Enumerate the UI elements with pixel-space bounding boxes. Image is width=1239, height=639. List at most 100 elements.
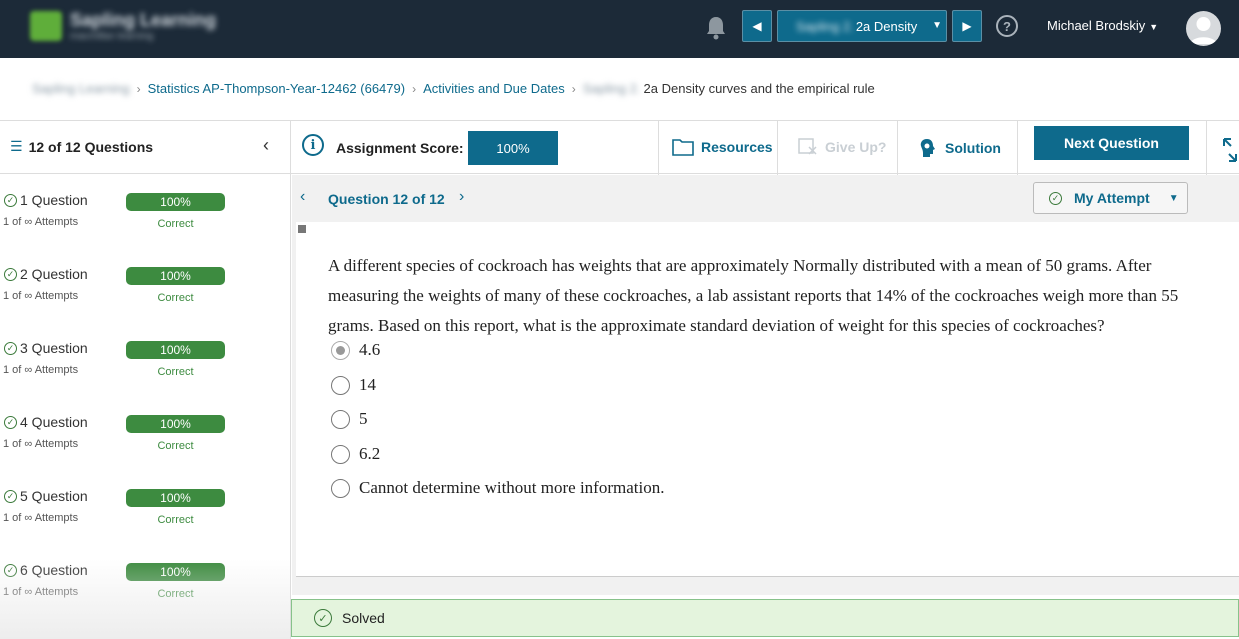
breadcrumb-activities-link[interactable]: Activities and Due Dates: [423, 81, 565, 96]
question-attempts: 1 of ∞ Attempts: [3, 364, 79, 376]
question-title: 5 Question: [20, 488, 88, 504]
dropdown-caret-icon: ▼: [932, 20, 942, 31]
radio[interactable]: [331, 478, 350, 498]
question-status: Correct: [157, 514, 194, 526]
question-score-bar: 100%: [126, 563, 225, 581]
question-status: Correct: [157, 440, 194, 452]
question-list-item[interactable]: ✓ 6 Question 1 of ∞ Attempts 100% Correct: [0, 545, 290, 619]
question-attempts: 1 of ∞ Attempts: [3, 216, 79, 228]
check-circle-icon: ✓: [314, 609, 332, 627]
question-list-item[interactable]: ✓ 3 Question 1 of ∞ Attempts 100% Correct: [0, 323, 290, 397]
answer-choice-label: 5: [359, 409, 368, 428]
question-list-item[interactable]: ✓ 1 Question 1 of ∞ Attempts 100% Correct: [0, 175, 290, 249]
answer-choice-label: Cannot determine without more informatio…: [359, 478, 665, 497]
assignment-select-blurred: Sapling 2.: [796, 18, 854, 34]
question-score-bar: 100%: [126, 415, 225, 433]
chevron-right-icon: ›: [412, 81, 417, 96]
assignment-select[interactable]: Sapling 2. 2a Density ▼: [777, 10, 947, 42]
check-circle-icon: ✓: [1049, 191, 1062, 205]
user-menu[interactable]: Michael Brodskiy ▼: [1047, 18, 1158, 33]
check-circle-icon: ✓: [4, 193, 17, 207]
solved-label: Solved: [342, 610, 385, 626]
answer-choice[interactable]: 6.2: [331, 444, 380, 464]
assignment-score-value: 100%: [468, 131, 558, 165]
collapse-sidebar-chevron-left-icon[interactable]: ‹: [263, 135, 269, 156]
lightbulb-head-icon: [920, 139, 935, 157]
answer-choice-label: 4.6: [359, 340, 381, 359]
questions-sidebar: ✓ 1 Question 1 of ∞ Attempts 100% Correct…: [0, 175, 291, 639]
caret-down-icon: ▼: [1168, 192, 1179, 204]
divider: [658, 121, 659, 175]
radio-selected[interactable]: [331, 340, 350, 360]
corner-marker: [298, 225, 306, 233]
question-attempts: 1 of ∞ Attempts: [3, 586, 79, 598]
answer-choice-label: 14: [359, 375, 376, 394]
question-status: Correct: [157, 292, 194, 304]
previous-assignment-button[interactable]: ◀: [742, 10, 772, 42]
breadcrumb-course-link[interactable]: Statistics AP-Thompson-Year-12462 (66479…: [148, 81, 406, 96]
top-bar: Sapling Learning macmillan learning ◀ Sa…: [0, 0, 1239, 58]
divider: [290, 121, 291, 175]
divider: [897, 121, 898, 175]
previous-question-chevron-left-icon[interactable]: ‹: [300, 188, 305, 206]
solved-status-bar: ✓ Solved: [291, 599, 1239, 637]
check-circle-icon: ✓: [4, 415, 17, 429]
check-circle-icon: ✓: [4, 267, 17, 281]
sapling-logo[interactable]: Sapling Learning macmillan learning: [30, 10, 216, 42]
radio[interactable]: [331, 375, 350, 395]
question-title: 4 Question: [20, 414, 88, 430]
answer-choice[interactable]: 4.6: [331, 340, 380, 360]
question-list-item[interactable]: ✓ 5 Question 1 of ∞ Attempts 100% Correct: [0, 471, 290, 545]
question-score-bar: 100%: [126, 267, 225, 285]
question-status: Correct: [157, 366, 194, 378]
question-card: A different species of cockroach has wei…: [296, 222, 1239, 577]
assignment-select-value: 2a Density: [855, 18, 918, 34]
logo-mark-icon: [30, 11, 62, 41]
avatar[interactable]: [1186, 11, 1221, 46]
answer-choice[interactable]: 14: [331, 375, 376, 395]
divider: [777, 121, 778, 175]
question-attempts: 1 of ∞ Attempts: [3, 438, 79, 450]
list-icon: ☰: [10, 138, 23, 154]
answer-choice[interactable]: 5: [331, 409, 368, 429]
question-panel: ‹ Question 12 of 12 › ✓ My Attempt ▼ A d…: [292, 175, 1239, 595]
divider: [1206, 121, 1207, 175]
help-icon[interactable]: ?: [996, 15, 1018, 37]
give-up-button[interactable]: Give Up?: [798, 138, 886, 156]
check-circle-icon: ✓: [4, 341, 17, 355]
answer-choice[interactable]: Cannot determine without more informatio…: [331, 478, 664, 498]
answer-choice-label: 6.2: [359, 444, 381, 463]
breadcrumb-root[interactable]: Sapling Learning: [32, 81, 130, 96]
solution-button[interactable]: Solution: [918, 138, 1001, 158]
notifications-bell-icon[interactable]: [704, 15, 728, 41]
next-assignment-button[interactable]: ▶: [952, 10, 982, 42]
expand-fullscreen-icon[interactable]: [1222, 137, 1238, 163]
question-status: Correct: [157, 588, 194, 600]
question-list-item[interactable]: ✓ 4 Question 1 of ∞ Attempts 100% Correct: [0, 397, 290, 471]
breadcrumb-current-blurred: Sapling 2.: [582, 81, 641, 96]
check-circle-icon: ✓: [4, 489, 17, 503]
breadcrumb-current: 2a Density curves and the empirical rule: [643, 81, 875, 96]
question-score-bar: 100%: [126, 193, 225, 211]
question-count: ☰ 12 of 12 Questions: [10, 138, 154, 155]
assignment-score-label: Assignment Score:: [336, 140, 464, 156]
question-label: Question 12 of 12: [328, 191, 445, 207]
logo-subtitle: macmillan learning: [70, 31, 154, 42]
divider: [1017, 121, 1018, 175]
radio[interactable]: [331, 409, 350, 429]
my-attempt-dropdown[interactable]: ✓ My Attempt ▼: [1033, 182, 1188, 214]
radio[interactable]: [331, 444, 350, 464]
resources-button[interactable]: Resources: [672, 138, 773, 156]
logo-title: Sapling Learning: [70, 10, 217, 30]
question-list-item[interactable]: ✓ 2 Question 1 of ∞ Attempts 100% Correct: [0, 249, 290, 323]
question-score-bar: 100%: [126, 341, 225, 359]
info-icon[interactable]: i: [302, 134, 324, 156]
question-title: 1 Question: [20, 192, 88, 208]
next-question-chevron-right-icon[interactable]: ›: [459, 188, 464, 206]
question-status: Correct: [157, 218, 194, 230]
breadcrumb: Sapling Learning › Statistics AP-Thompso…: [32, 81, 875, 96]
next-question-button[interactable]: Next Question: [1034, 126, 1189, 160]
triangle-right-icon: ▶: [962, 19, 972, 33]
caret-down-icon: ▼: [1149, 22, 1159, 32]
chevron-right-icon: ›: [136, 81, 141, 96]
